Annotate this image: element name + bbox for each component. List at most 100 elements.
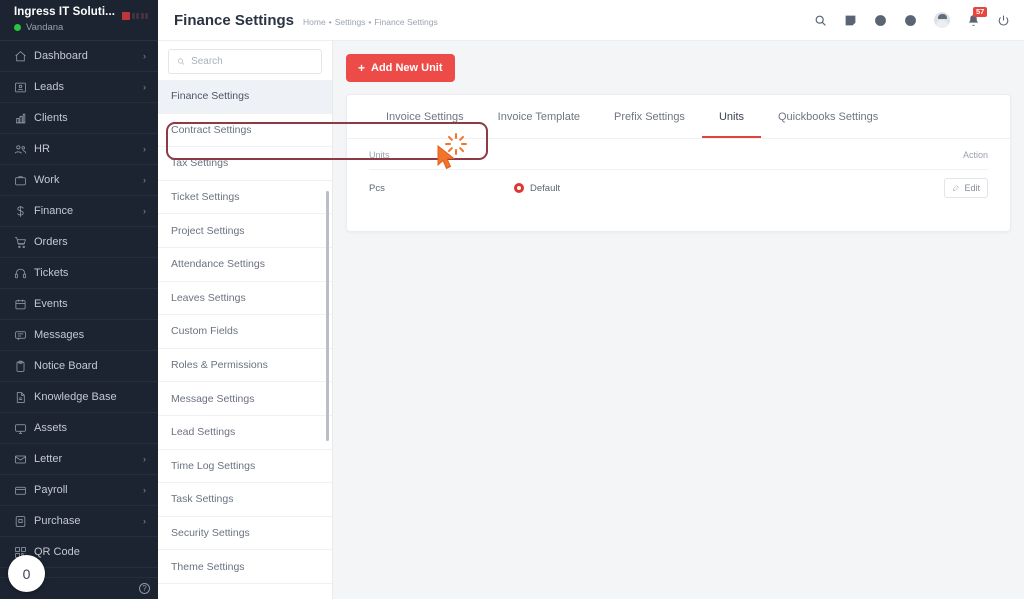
tab-prefix-settings[interactable]: Prefix Settings bbox=[597, 95, 702, 138]
sidebar-item-label: Leads bbox=[34, 81, 64, 93]
settings-item-ticket-settings[interactable]: Ticket Settings bbox=[158, 180, 332, 215]
avatar-image bbox=[934, 12, 950, 28]
settings-search-wrap bbox=[158, 41, 332, 80]
sidebar-item-label: Assets bbox=[34, 422, 68, 434]
sidebar-item-dashboard[interactable]: Dashboard › bbox=[0, 41, 158, 72]
pencil-icon bbox=[953, 185, 960, 191]
sidebar-item-label: Orders bbox=[34, 236, 68, 248]
chevron-right-icon: › bbox=[143, 516, 146, 526]
breadcrumb-separator: • bbox=[328, 16, 332, 27]
settings-item-finance-settings[interactable]: Finance Settings bbox=[158, 80, 332, 114]
online-status-dot bbox=[14, 24, 21, 31]
settings-item-theme-settings[interactable]: Theme Settings bbox=[158, 550, 332, 584]
table-row: Pcs Default Edit bbox=[369, 169, 988, 207]
edit-button-label: Edit bbox=[964, 183, 980, 193]
search-icon[interactable] bbox=[814, 14, 827, 27]
settings-item-security-settings[interactable]: Security Settings bbox=[158, 516, 332, 551]
default-label: Default bbox=[530, 182, 561, 194]
chevron-right-icon: › bbox=[143, 206, 146, 216]
settings-item-task-settings[interactable]: Task Settings bbox=[158, 483, 332, 517]
settings-item-message-settings[interactable]: Message Settings bbox=[158, 382, 332, 416]
sidebar-item-notice-board[interactable]: Notice Board bbox=[0, 351, 158, 382]
tab-quickbooks-settings[interactable]: Quickbooks Settings bbox=[761, 95, 895, 138]
settings-item-custom-fields[interactable]: Custom Fields bbox=[158, 315, 332, 349]
sidebar-item-label: Letter bbox=[34, 453, 63, 465]
breadcrumb-item[interactable]: Settings bbox=[335, 17, 366, 27]
clipboard-icon bbox=[14, 360, 34, 373]
timer-counter-bubble[interactable]: 0 bbox=[8, 555, 45, 592]
breadcrumb-item[interactable]: Home bbox=[303, 17, 326, 27]
cell-action: Edit bbox=[928, 178, 988, 198]
briefcase-icon bbox=[14, 174, 34, 187]
sidebar-item-label: Clients bbox=[34, 112, 68, 124]
current-user: Vandana bbox=[14, 22, 115, 33]
envelope-icon bbox=[14, 453, 34, 466]
sidebar-item-finance[interactable]: Finance › bbox=[0, 196, 158, 227]
default-radio-icon[interactable] bbox=[514, 183, 524, 193]
settings-item-project-settings[interactable]: Project Settings bbox=[158, 214, 332, 248]
chevron-right-icon: › bbox=[143, 175, 146, 185]
edit-button[interactable]: Edit bbox=[944, 178, 988, 198]
sidebar-item-hr[interactable]: HR › bbox=[0, 134, 158, 165]
sidebar-item-label: Payroll bbox=[34, 484, 68, 496]
sidebar-item-label: HR bbox=[34, 143, 50, 155]
breadcrumb-separator: • bbox=[368, 16, 372, 27]
clients-icon bbox=[14, 112, 34, 125]
sidebar-item-tickets[interactable]: Tickets bbox=[0, 258, 158, 289]
sidebar-item-leads[interactable]: Leads › bbox=[0, 72, 158, 103]
breadcrumb: Home • Settings • Finance Settings bbox=[303, 14, 438, 27]
notes-icon[interactable] bbox=[844, 14, 857, 27]
monitor-icon bbox=[14, 422, 34, 435]
sidebar-item-purchase[interactable]: Purchase › bbox=[0, 506, 158, 537]
add-new-unit-button[interactable]: + Add New Unit bbox=[346, 54, 455, 82]
notifications-bell-icon[interactable]: 57 bbox=[967, 6, 988, 27]
sidebar-item-label: Notice Board bbox=[34, 360, 98, 372]
settings-item-tax-settings[interactable]: Tax Settings bbox=[158, 147, 332, 181]
chevron-right-icon: › bbox=[143, 144, 146, 154]
breadcrumb-item: Finance Settings bbox=[374, 16, 438, 27]
sidebar-item-payroll[interactable]: Payroll › bbox=[0, 475, 158, 506]
document-icon bbox=[14, 391, 34, 404]
page-title: Finance Settings bbox=[174, 11, 295, 29]
settings-list-scrollbar[interactable] bbox=[326, 191, 329, 441]
sidebar-item-label: Events bbox=[34, 298, 68, 310]
cell-default: Default bbox=[514, 183, 928, 194]
sidebar-item-letter[interactable]: Letter › bbox=[0, 444, 158, 475]
search-icon bbox=[178, 58, 185, 65]
power-logout-icon[interactable] bbox=[997, 14, 1010, 27]
settings-search-box[interactable] bbox=[168, 49, 322, 74]
settings-item-roles-permissions[interactable]: Roles & Permissions bbox=[158, 348, 332, 383]
settings-item-lead-settings[interactable]: Lead Settings bbox=[158, 415, 332, 450]
sidebar-item-clients[interactable]: Clients bbox=[0, 103, 158, 134]
home-icon bbox=[14, 50, 34, 63]
tab-units[interactable]: Units bbox=[701, 95, 761, 138]
content-region: Finance Settings Home • Settings • Finance S… bbox=[158, 0, 1024, 599]
sidebar-item-assets[interactable]: Assets bbox=[0, 413, 158, 444]
settings-search-input[interactable] bbox=[191, 56, 313, 67]
help-icon[interactable]: ? bbox=[139, 583, 150, 594]
tab-invoice-settings[interactable]: Invoice Settings bbox=[369, 95, 481, 138]
main-content: + Add New Unit Invoice Settings Invoice T… bbox=[333, 41, 1024, 599]
sidebar-item-events[interactable]: Events bbox=[0, 289, 158, 320]
topbar: Finance Settings Home • Settings • Finance S… bbox=[158, 0, 1024, 41]
tab-invoice-template[interactable]: Invoice Template bbox=[481, 95, 597, 138]
settings-item-attendance-settings[interactable]: Attendance Settings bbox=[158, 247, 332, 282]
chat-icon bbox=[14, 329, 34, 342]
settings-item-contract-settings[interactable]: Contract Settings bbox=[158, 113, 332, 148]
sidebar-item-label: Knowledge Base bbox=[34, 391, 117, 403]
sidebar-item-knowledge-base[interactable]: Knowledge Base bbox=[0, 382, 158, 413]
brand-logo-icon bbox=[121, 12, 148, 20]
settings-item-leaves-settings[interactable]: Leaves Settings bbox=[158, 281, 332, 316]
settings-item-time-log-settings[interactable]: Time Log Settings bbox=[158, 449, 332, 484]
avatar[interactable] bbox=[934, 12, 950, 28]
sidebar-item-messages[interactable]: Messages bbox=[0, 320, 158, 351]
plus-icon: + bbox=[358, 61, 366, 75]
cell-unit-name: Pcs bbox=[369, 182, 385, 194]
add-new-unit-label: Add New Unit bbox=[371, 62, 443, 74]
add-circle-icon[interactable] bbox=[904, 14, 917, 27]
sidebar-item-work[interactable]: Work › bbox=[0, 165, 158, 196]
clock-icon[interactable] bbox=[874, 14, 887, 27]
sidebar-nav: Dashboard › Leads › Clients HR › Work › Finance › O… bbox=[0, 41, 158, 568]
sidebar-item-label: Purchase bbox=[34, 515, 81, 527]
sidebar-item-orders[interactable]: Orders bbox=[0, 227, 158, 258]
